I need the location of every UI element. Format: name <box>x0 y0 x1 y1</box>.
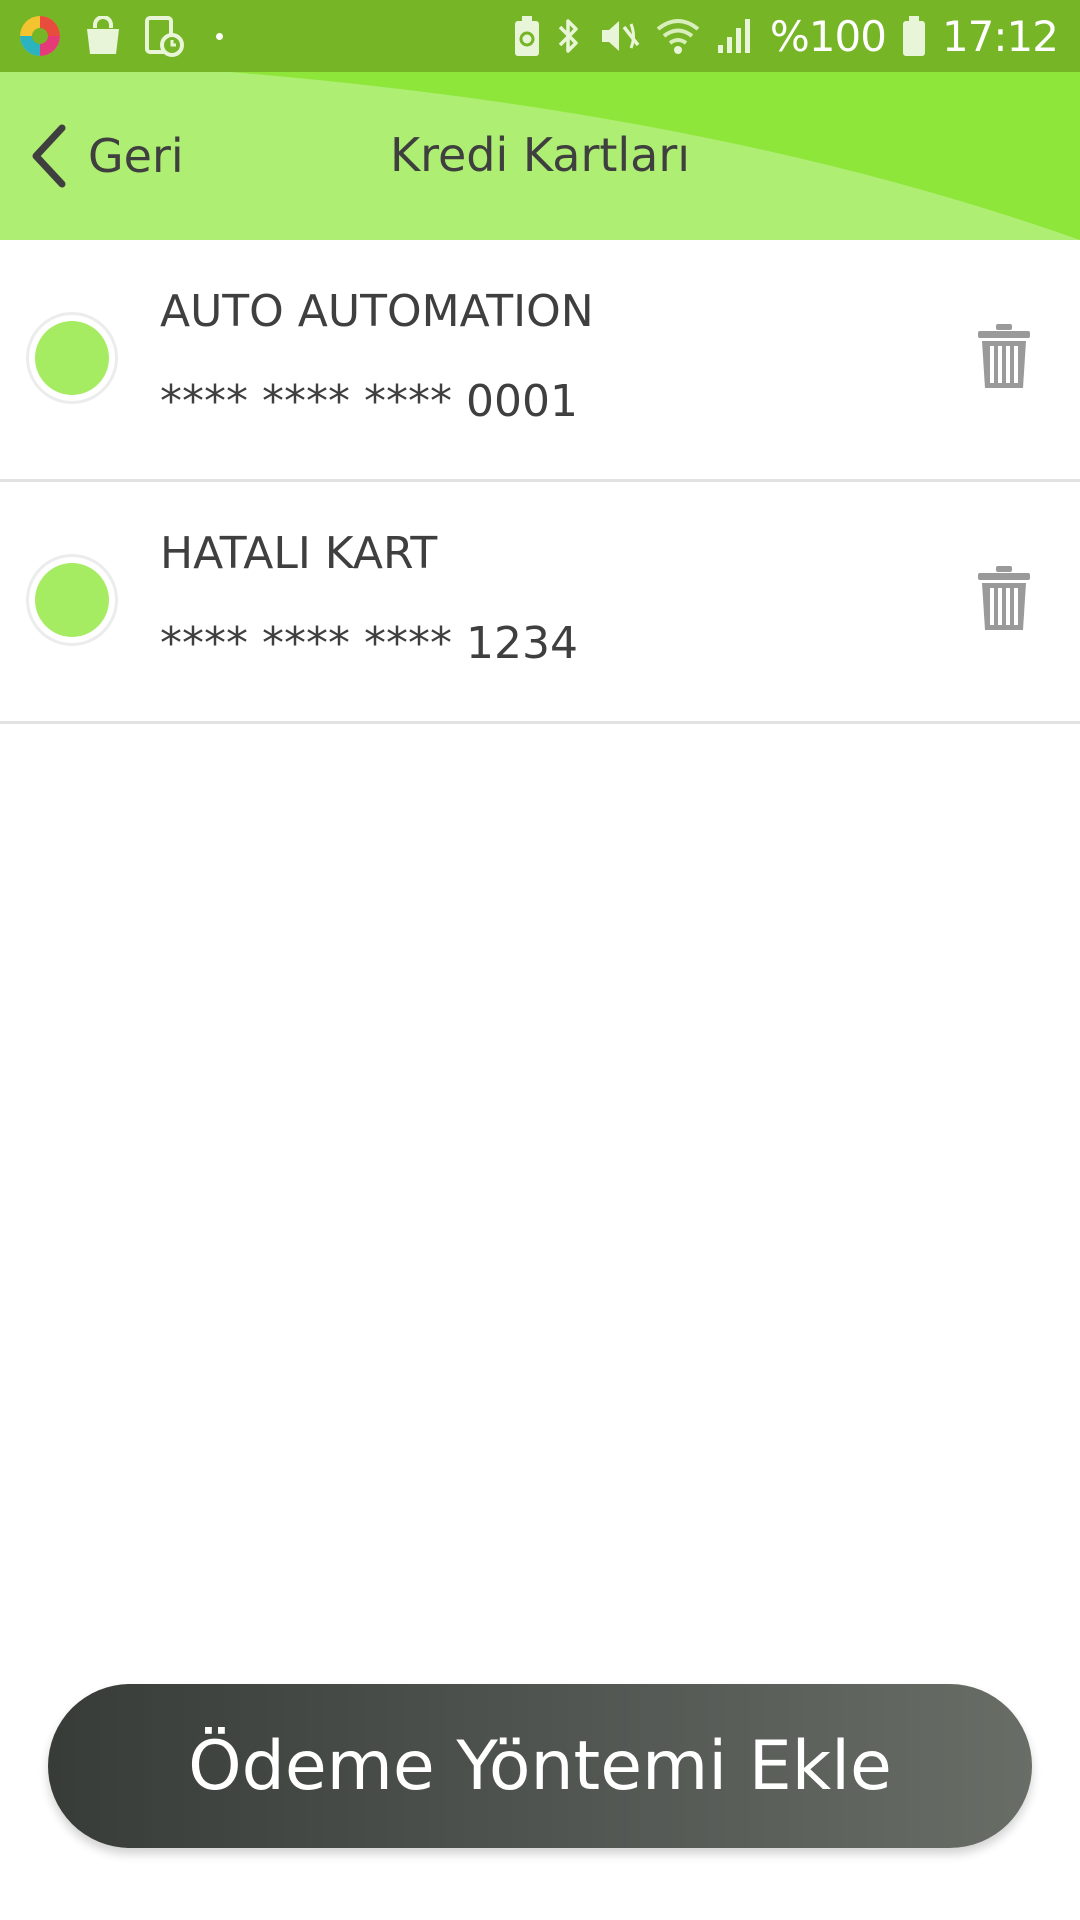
shopping-bag-icon <box>87 16 119 54</box>
bluetooth-icon <box>558 19 578 53</box>
signal-icon <box>717 19 750 53</box>
battery-icon <box>902 16 925 56</box>
add-payment-method-button[interactable]: Ödeme Yöntemi Ekle <box>48 1684 1032 1848</box>
status-bar-right: %100 17:12 <box>498 11 1059 61</box>
app-header: Geri Kredi Kartları <box>0 72 1080 240</box>
card-select-radio[interactable] <box>26 554 118 646</box>
status-time: 17:12 <box>941 11 1059 61</box>
card-holder-name: HATALI KART <box>160 528 438 579</box>
mute-icon <box>601 21 640 51</box>
battery-saver-icon <box>514 16 539 56</box>
trash-icon[interactable] <box>976 322 1032 390</box>
masked-card-number: **** **** **** 0001 <box>160 376 578 427</box>
trash-icon[interactable] <box>976 564 1032 632</box>
wifi-icon <box>656 19 700 54</box>
page-title: Kredi Kartları <box>389 128 691 182</box>
masked-card-number: **** **** **** 1234 <box>160 618 578 669</box>
radio-selected-dot <box>35 321 109 395</box>
app-launcher-icon <box>20 16 60 56</box>
battery-percent: %100 <box>769 11 887 61</box>
radio-selected-dot <box>35 563 109 637</box>
card-row[interactable]: AUTO AUTOMATION **** **** **** 0001 <box>0 240 1080 482</box>
card-select-radio[interactable] <box>26 312 118 404</box>
credit-card-list: AUTO AUTOMATION **** **** **** 0001 HATA… <box>0 240 1080 724</box>
card-row[interactable]: HATALI KART **** **** **** 1234 <box>0 482 1080 724</box>
notification-dot-icon <box>216 32 223 40</box>
status-bar-left <box>18 14 245 58</box>
schedule-icon <box>145 16 184 57</box>
status-bar: %100 17:12 <box>0 0 1080 72</box>
card-holder-name: AUTO AUTOMATION <box>160 286 594 337</box>
